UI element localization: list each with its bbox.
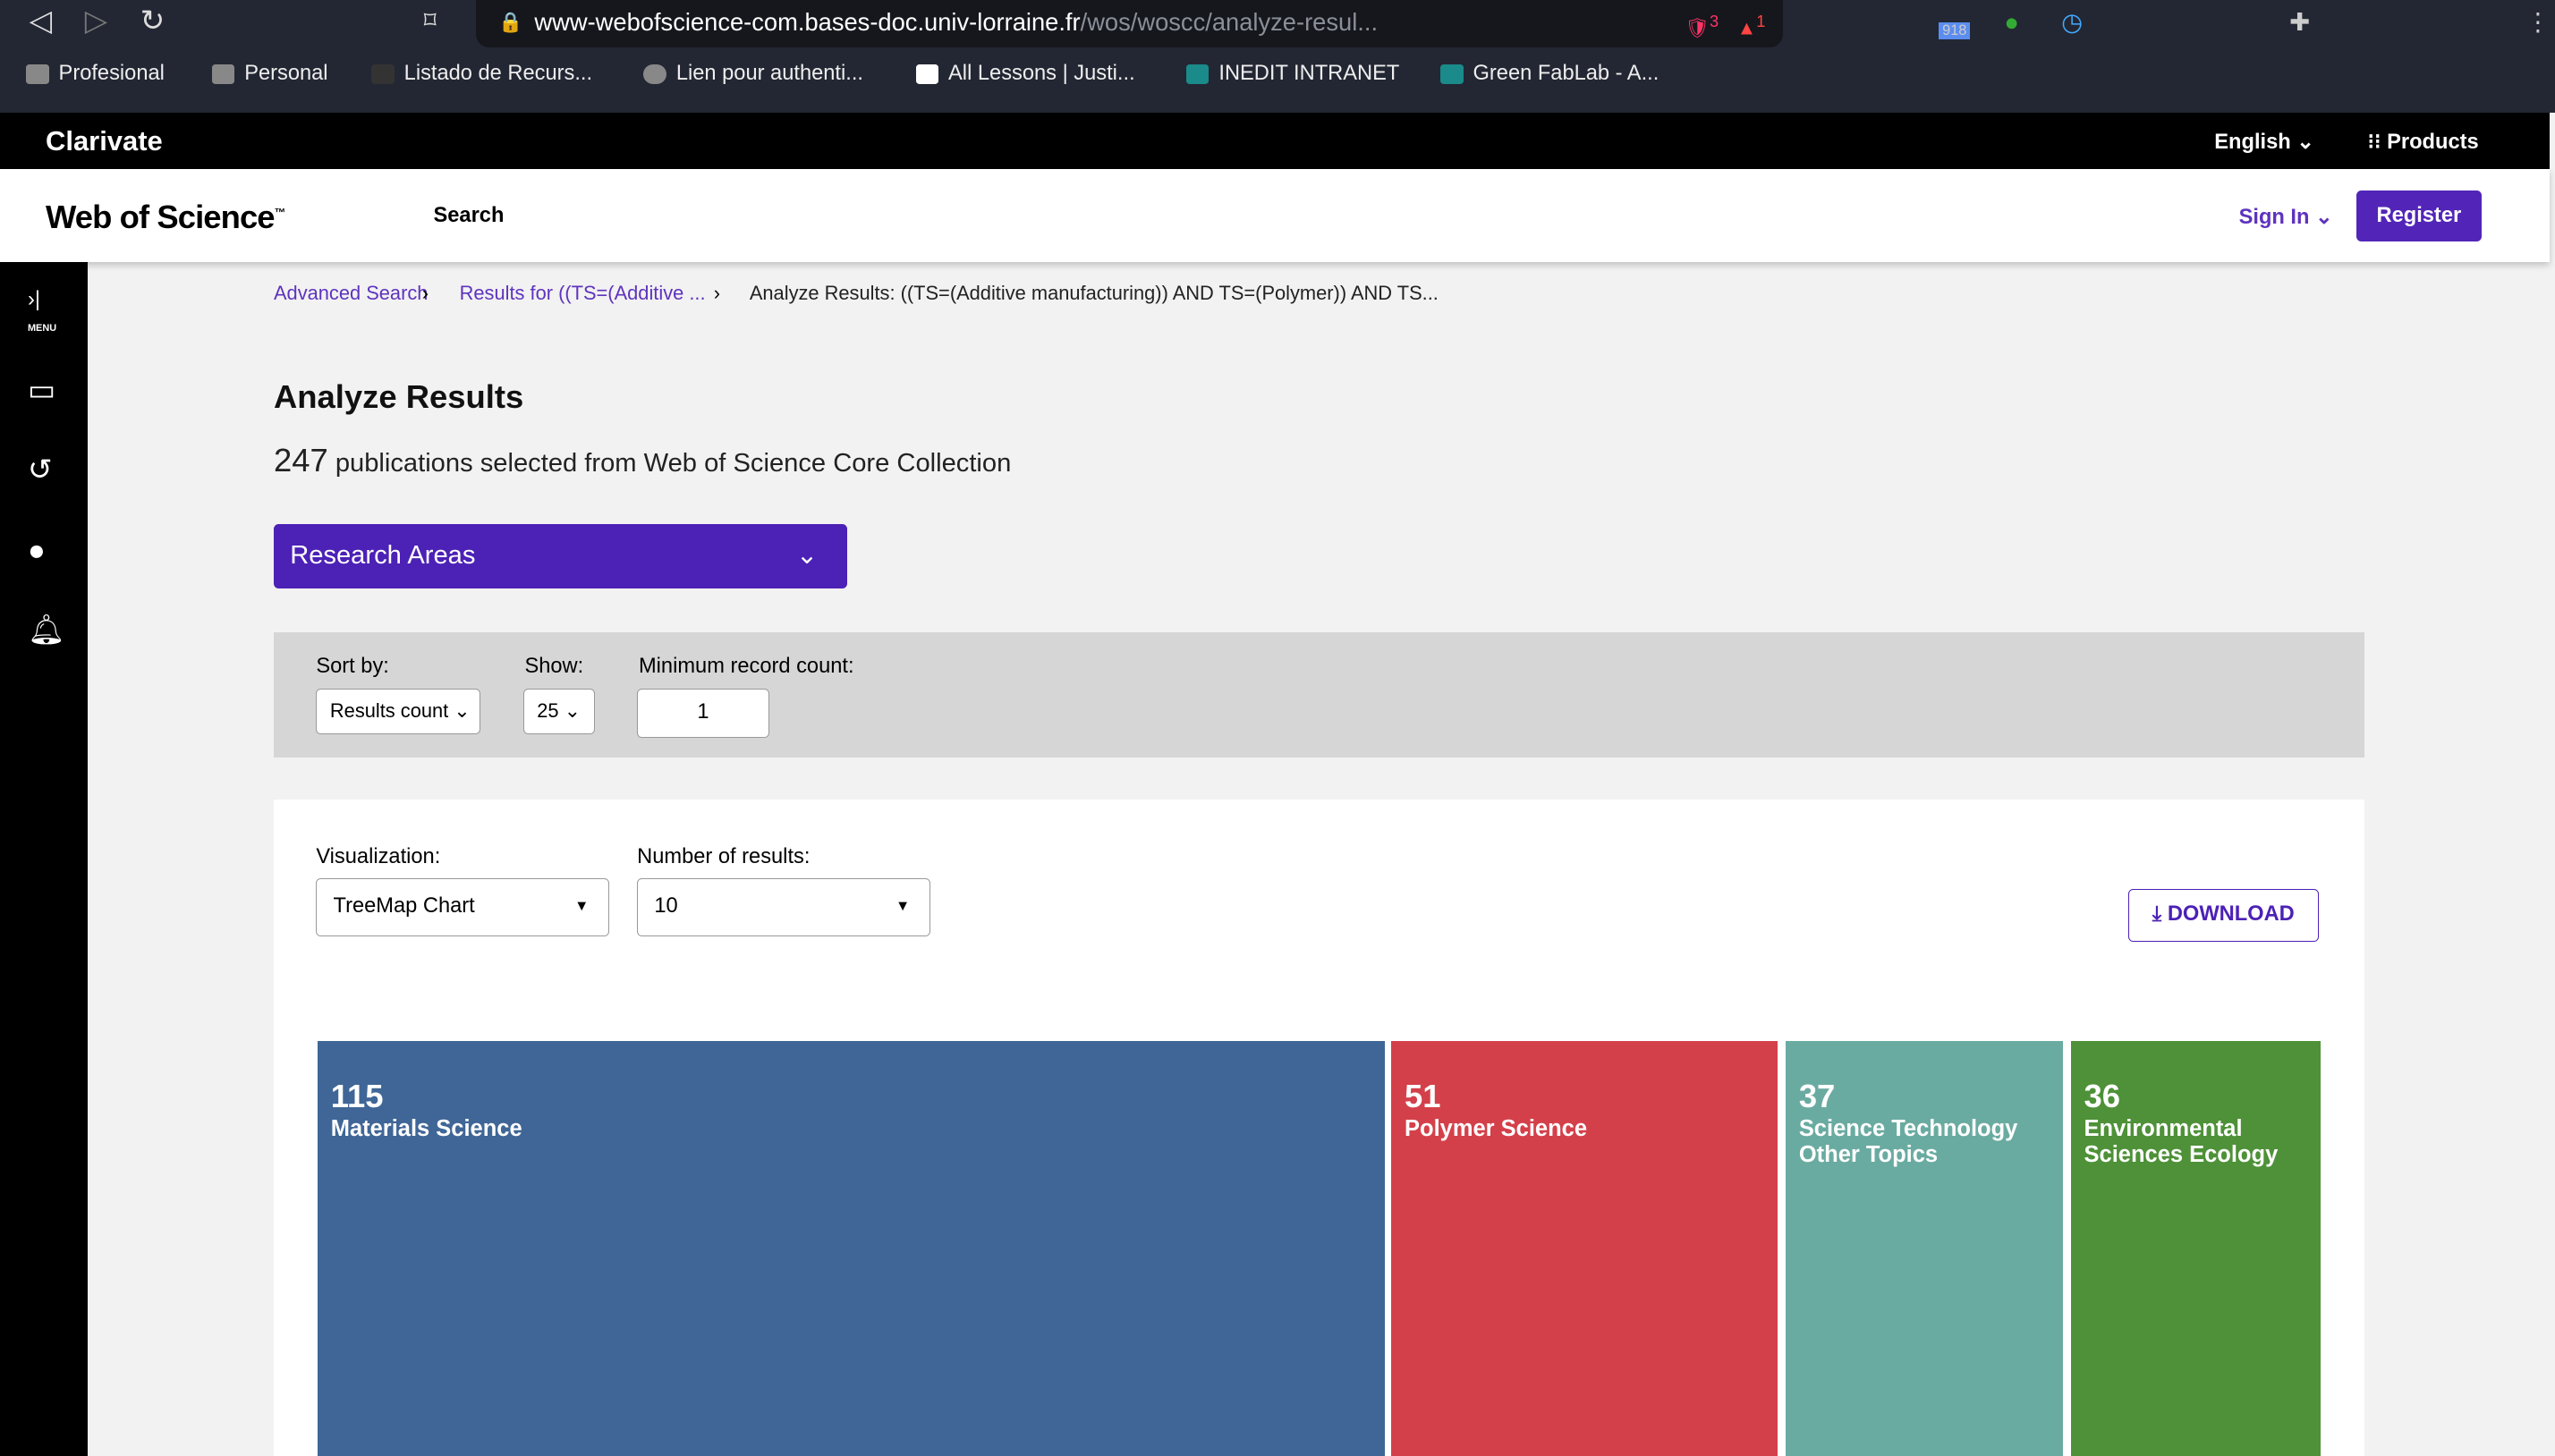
download-icon: ⤓	[2152, 902, 2168, 927]
back-icon[interactable]: ◁	[30, 4, 52, 38]
number-results-select[interactable]: 10 ▼	[637, 877, 930, 937]
evernote-icon[interactable]: ●	[2004, 8, 2019, 37]
breadcrumb-results[interactable]: Results for ((TS=(Additive ...	[460, 282, 706, 305]
bookmark-item[interactable]: Green FabLab - A...	[1440, 62, 1659, 86]
breadcrumb-advanced-search[interactable]: Advanced Search	[274, 282, 428, 305]
treemap-tile[interactable]: 51 Polymer Science	[1391, 1040, 1778, 1456]
address-bar[interactable]: 🔒 www-webofscience-com.bases-doc.univ-lo…	[475, 0, 1783, 49]
wos-logo[interactable]: Web of Science™	[46, 199, 285, 236]
treemap-tile[interactable]: 115 Materials Science	[318, 1040, 1386, 1456]
clock-icon[interactable]: ◷	[2061, 8, 2083, 37]
breadcrumb-current: Analyze Results: ((TS=(Additive manufact…	[749, 282, 1439, 305]
user-icon[interactable]: ●	[28, 533, 46, 567]
tile-value: 115	[330, 1077, 384, 1114]
brave-shield-icon[interactable]: 🛡3	[1685, 0, 1719, 49]
tile-label: Science Technology Other Topics	[1798, 1115, 2018, 1167]
tile-label: Polymer Science	[1405, 1115, 1588, 1141]
result-count: 247 publications selected from Web of Sc…	[273, 441, 1012, 478]
bookmark-item[interactable]: Personal	[211, 62, 328, 86]
browser-chrome: ◁ ▷ ↻ ⌑ 🔒 www-webofscience-com.bases-doc…	[0, 0, 2555, 113]
bookmark-item[interactable]: INEDIT INTRANET	[1185, 62, 1399, 86]
reload-icon[interactable]: ↻	[140, 4, 165, 38]
clarivate-bar: Clarivate English ⌄ ⁝⁝ Products	[0, 112, 2551, 170]
products-menu[interactable]: ⁝⁝ Products	[2367, 129, 2478, 155]
treemap-tile[interactable]: 37 Science Technology Other Topics	[1786, 1040, 2063, 1456]
show-select[interactable]: 25 ⌄	[522, 689, 595, 735]
rewards-icon[interactable]: ▲1	[1737, 0, 1766, 49]
expand-icon[interactable]: ›|	[28, 288, 40, 312]
min-record-input[interactable]: 1	[637, 689, 769, 739]
chevron-down-icon: ⌄	[795, 541, 819, 571]
download-button[interactable]: ⤓ DOWNLOAD	[2127, 889, 2319, 942]
extensions-icon[interactable]: ✚	[2289, 8, 2310, 37]
forward-icon[interactable]: ▷	[85, 4, 107, 38]
sidebar: ›| MENU ▭ ↺ ● 🔔︎	[0, 262, 89, 1456]
bookmark-item[interactable]: Listado de Recurs...	[371, 62, 592, 86]
wos-header: Web of Science™ Search Sign In ⌄ Registe…	[0, 169, 2551, 263]
grid-icon: ⁝⁝	[2367, 130, 2388, 154]
filter-bar: Sort by: Results count ⌄ Show: 25 ⌄ Mini…	[273, 631, 2364, 758]
bell-icon[interactable]: 🔔︎	[28, 613, 65, 648]
caret-down-icon: ▼	[895, 897, 911, 914]
page-title: Analyze Results	[273, 377, 524, 415]
url-path: /wos/woscc/analyze-resul...	[1080, 8, 1379, 36]
tile-value: 37	[1798, 1077, 1836, 1114]
url-host: www-webofscience-com.bases-doc.univ-lorr…	[534, 8, 1081, 36]
extension-badge[interactable]: 918	[1939, 22, 1971, 40]
menu-icon[interactable]: ⋮	[2525, 8, 2550, 37]
sort-select[interactable]: Results count ⌄	[316, 689, 481, 735]
tile-label: Materials Science	[330, 1115, 522, 1141]
search-link[interactable]: Search	[433, 204, 504, 228]
folder-icon[interactable]: ▭	[28, 373, 55, 407]
tile-value: 51	[1405, 1077, 1441, 1114]
field-select[interactable]: Research Areas ⌄	[273, 524, 848, 588]
bookmark-icon[interactable]: ⌑	[424, 6, 437, 35]
clarivate-logo[interactable]: Clarivate	[46, 125, 163, 157]
register-button[interactable]: Register	[2356, 190, 2482, 241]
bookmark-item[interactable]: Lien pour authenti...	[643, 62, 863, 86]
sign-in-button[interactable]: Sign In ⌄	[2239, 204, 2333, 230]
tile-value: 36	[2084, 1077, 2121, 1114]
menu-label: MENU	[27, 322, 57, 334]
bookmark-item[interactable]: All Lessons | Justi...	[915, 62, 1135, 86]
tile-label: Environmental Sciences Ecology	[2084, 1115, 2279, 1167]
treemap-tile[interactable]: 36 Environmental Sciences Ecology	[2070, 1040, 2321, 1456]
caret-down-icon: ▼	[574, 897, 590, 914]
language-select[interactable]: English ⌄	[2214, 129, 2314, 155]
history-icon[interactable]: ↺	[28, 453, 52, 487]
bookmark-item[interactable]: Profesional	[26, 62, 165, 86]
visualization-select[interactable]: TreeMap Chart ▼	[316, 877, 610, 937]
lock-icon: 🔒	[498, 11, 523, 33]
